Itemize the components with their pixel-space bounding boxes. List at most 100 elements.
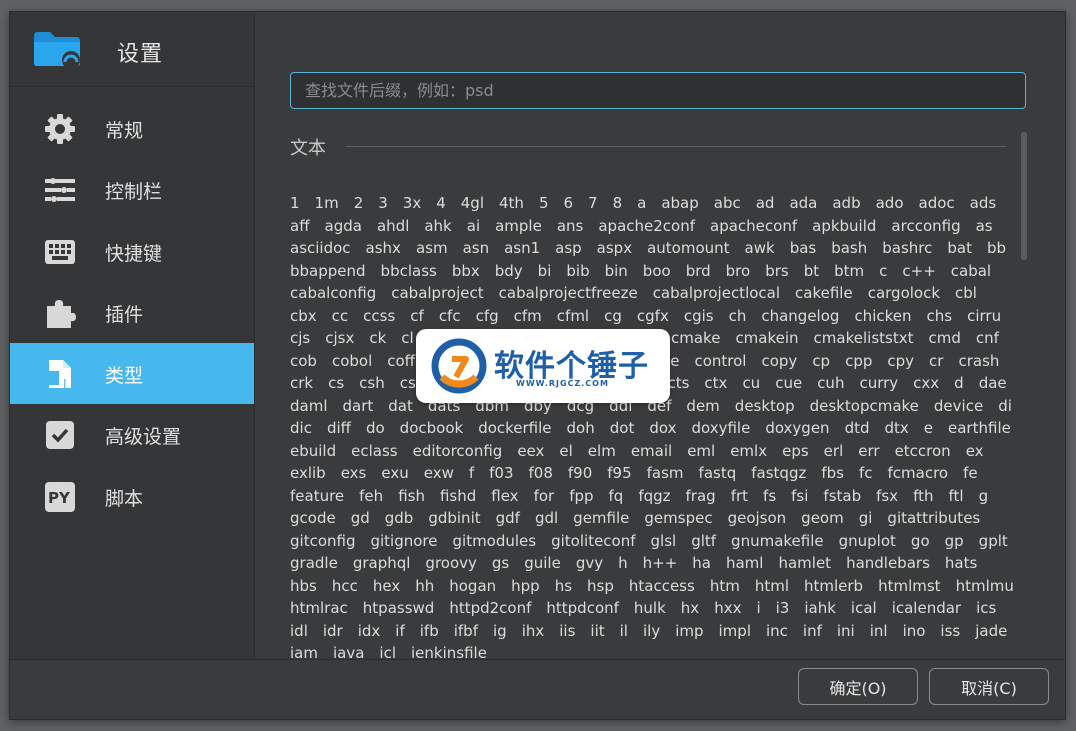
extension-item[interactable]: c <box>879 260 887 283</box>
extension-item[interactable]: hats <box>945 552 977 575</box>
extension-item[interactable]: chicken <box>854 305 911 328</box>
extension-item[interactable]: fbs <box>821 462 844 485</box>
extension-item[interactable]: geom <box>801 507 844 530</box>
extension-item[interactable]: cpp <box>845 350 872 373</box>
extension-item[interactable]: cjsx <box>325 327 354 350</box>
extension-item[interactable]: cgis <box>684 305 714 328</box>
extension-item[interactable]: f90 <box>568 462 592 485</box>
extension-item[interactable]: cuh <box>817 372 844 395</box>
extension-item[interactable]: hsp <box>587 575 614 598</box>
extension-item[interactable]: gitattributes <box>887 507 980 530</box>
extension-item[interactable]: cnf <box>976 327 999 350</box>
extension-item[interactable]: cabal <box>951 260 991 283</box>
extension-item[interactable]: fe <box>963 462 978 485</box>
extension-item[interactable]: ample <box>495 215 542 238</box>
extension-item[interactable]: bashrc <box>882 237 932 260</box>
extension-item[interactable]: arcconfig <box>891 215 960 238</box>
extension-item[interactable]: dox <box>649 417 676 440</box>
extension-item[interactable]: hulk <box>634 597 666 620</box>
extension-item[interactable]: dem <box>686 395 719 418</box>
extension-item[interactable]: i <box>756 597 760 620</box>
extension-item[interactable]: el <box>559 440 572 463</box>
extension-item[interactable]: cirru <box>967 305 1001 328</box>
extension-item[interactable]: gitignore <box>370 530 437 553</box>
extension-item[interactable]: ino <box>903 620 926 643</box>
scrollbar-thumb[interactable] <box>1021 132 1027 260</box>
ok-button[interactable]: 确定(O) <box>798 668 918 705</box>
extension-item[interactable]: iss <box>940 620 960 643</box>
extension-item[interactable]: cakefile <box>795 282 853 305</box>
extension-item[interactable]: adoc <box>919 192 955 215</box>
extension-item[interactable]: hs <box>555 575 572 598</box>
extension-item[interactable]: doxyfile <box>691 417 750 440</box>
extension-search-input[interactable] <box>291 73 1025 108</box>
extension-item[interactable]: cts <box>667 372 689 395</box>
extension-item[interactable]: cmakein <box>735 327 798 350</box>
extension-item[interactable]: htaccess <box>629 575 695 598</box>
extension-item[interactable]: h <box>618 552 628 575</box>
extension-item[interactable]: cp <box>812 350 830 373</box>
extension-item[interactable]: cob <box>290 350 317 373</box>
extension-item[interactable]: exw <box>424 462 454 485</box>
extension-item[interactable]: e <box>924 417 933 440</box>
extension-item[interactable]: agda <box>325 215 362 238</box>
extension-item[interactable]: gvy <box>576 552 603 575</box>
extension-item[interactable]: htmlmst <box>878 575 940 598</box>
extension-item[interactable]: ad <box>756 192 775 215</box>
extension-item[interactable]: adb <box>832 192 860 215</box>
extension-item[interactable]: h++ <box>643 552 678 575</box>
extension-item[interactable]: dae <box>979 372 1007 395</box>
extension-item[interactable]: fastq <box>699 462 737 485</box>
extension-item[interactable]: csh <box>359 372 385 395</box>
extension-item[interactable]: cf <box>410 305 424 328</box>
extension-item[interactable]: cfg <box>476 305 499 328</box>
extension-item[interactable]: etccron <box>895 440 951 463</box>
extension-item[interactable]: htmlerb <box>804 575 863 598</box>
extension-item[interactable]: di <box>998 395 1012 418</box>
extension-item[interactable]: hh <box>415 575 434 598</box>
extension-item[interactable]: crk <box>290 372 313 395</box>
extension-item[interactable]: apkbuild <box>812 215 876 238</box>
extension-item[interactable]: hpp <box>511 575 540 598</box>
extension-item[interactable]: cpy <box>887 350 914 373</box>
extension-item[interactable]: impl <box>719 620 751 643</box>
extension-item[interactable]: httpdconf <box>546 597 619 620</box>
extension-item[interactable]: chs <box>927 305 953 328</box>
extension-item[interactable]: gitconfig <box>290 530 355 553</box>
extension-item[interactable]: asn1 <box>504 237 540 260</box>
extension-item[interactable]: bib <box>566 260 589 283</box>
extension-item[interactable]: geojson <box>728 507 787 530</box>
extension-item[interactable]: brs <box>765 260 789 283</box>
extension-item[interactable]: gdl <box>535 507 558 530</box>
extension-item[interactable]: ch <box>729 305 747 328</box>
extension-item[interactable]: ccss <box>363 305 395 328</box>
extension-item[interactable]: exs <box>341 462 367 485</box>
extension-item[interactable]: cr <box>929 350 943 373</box>
sidebar-item-shortcuts[interactable]: 快捷键 <box>10 221 254 282</box>
extension-item[interactable]: ck <box>369 327 386 350</box>
extension-item[interactable]: curry <box>859 372 898 395</box>
extension-item[interactable]: apache2conf <box>598 215 695 238</box>
extension-item[interactable]: gplt <box>979 530 1008 553</box>
extension-item[interactable]: gdf <box>496 507 520 530</box>
extension-item[interactable]: ebuild <box>290 440 336 463</box>
extension-item[interactable]: asciidoc <box>290 237 351 260</box>
extension-item[interactable]: frag <box>686 485 716 508</box>
extension-item[interactable]: ifb <box>420 620 439 643</box>
extension-item[interactable]: copy <box>761 350 797 373</box>
extension-item[interactable]: cxx <box>913 372 939 395</box>
extension-item[interactable]: brd <box>686 260 711 283</box>
extension-item[interactable]: asn <box>463 237 490 260</box>
extension-item[interactable]: inl <box>870 620 888 643</box>
extension-item[interactable]: inc <box>766 620 788 643</box>
sidebar-item-scripts[interactable]: PY 脚本 <box>10 466 254 527</box>
extension-item[interactable]: frt <box>731 485 748 508</box>
extension-item[interactable]: gd <box>351 507 370 530</box>
extension-item[interactable]: cabalconfig <box>290 282 376 305</box>
extension-item[interactable]: feh <box>359 485 383 508</box>
extension-item[interactable]: fstab <box>823 485 861 508</box>
extension-item[interactable]: gemfile <box>573 507 629 530</box>
extension-item[interactable]: bro <box>726 260 751 283</box>
extension-item[interactable]: jade <box>975 620 1007 643</box>
extension-item[interactable]: f <box>469 462 474 485</box>
